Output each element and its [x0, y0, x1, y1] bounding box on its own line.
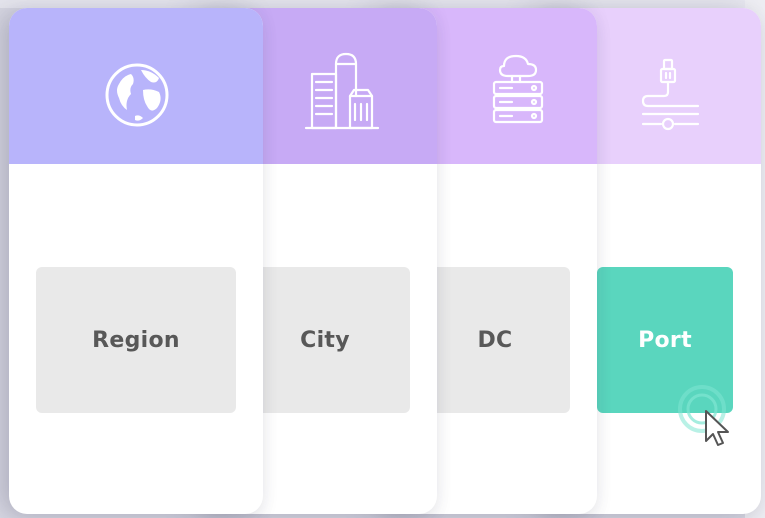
dc-button[interactable]: DC	[420, 267, 570, 413]
globe-icon	[105, 63, 169, 127]
region-button[interactable]: Region	[36, 267, 236, 413]
city-button[interactable]: City	[240, 267, 410, 413]
region-card: Region	[9, 8, 263, 514]
region-card-header	[9, 8, 263, 164]
port-connector-icon	[641, 58, 700, 131]
port-button[interactable]: Port	[597, 267, 733, 413]
city-buildings-icon	[304, 52, 380, 130]
hierarchy-card-stack: Port DC City Region	[0, 0, 765, 518]
server-rack-cloud-icon	[492, 54, 544, 124]
